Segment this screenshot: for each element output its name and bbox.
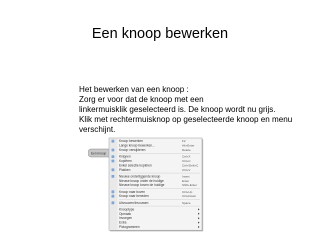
new-child-icon bbox=[111, 175, 115, 178]
menu-item[interactable]: Nieuwe knoop boven de huidige Shift+Enter bbox=[119, 183, 197, 187]
cut-icon bbox=[111, 155, 115, 158]
menu-item-shortcut: Space bbox=[182, 201, 191, 205]
menu-item-label: Knooptype bbox=[119, 207, 134, 211]
menu-item-shortcut: Shift+Enter bbox=[182, 183, 197, 187]
slide-title: Een knoop bewerken bbox=[91, 26, 229, 42]
menu-item-label: Kopiëren bbox=[119, 159, 132, 163]
body-line: Het bewerken van een knoop : bbox=[79, 85, 189, 94]
context-menu-screenshot: Een knoop Knoop bewerken F2 Lange knoop be… bbox=[88, 128, 220, 240]
copy-icon bbox=[111, 159, 115, 163]
menu-icon-gutter bbox=[109, 138, 118, 230]
menu-item-shortcut: F2 bbox=[182, 139, 186, 143]
menu-item-label: Uitvouwen/Invouwen bbox=[119, 201, 149, 205]
menu-item-shortcut: Ctrl+Shift+C bbox=[182, 163, 199, 167]
menu-item-shortcut: Ctrl+V bbox=[182, 168, 190, 172]
edit-icon bbox=[111, 139, 115, 143]
menu-item-shortcut: Ctrl+Down bbox=[182, 194, 196, 198]
menu-item-shortcut: Enter bbox=[182, 179, 189, 183]
menu-item-label: Plakken bbox=[119, 168, 131, 172]
menu-item-shortcut: Insert bbox=[182, 174, 190, 178]
body-line: Klik met rechtermuisknop op geselecteerd… bbox=[79, 114, 293, 124]
menu-item-shortcut: Delete bbox=[182, 148, 191, 152]
menu-item-label: Knippen bbox=[119, 155, 131, 159]
fold-icon bbox=[111, 201, 115, 205]
context-menu: Knoop bewerken F2 Lange knoop bewerken... A… bbox=[108, 137, 204, 232]
menu-item-shortcut: Ctrl+X bbox=[182, 155, 190, 159]
menu-item-label: Knoop bewerken bbox=[119, 139, 143, 143]
menu-item-label: Invoegen bbox=[119, 216, 132, 220]
menu-item-label: Knoop verwijderen bbox=[119, 148, 146, 152]
menu-item-label: Knoop naar beneden bbox=[119, 194, 149, 198]
delete-icon bbox=[111, 148, 115, 152]
menu-item-label: Knoop naar boven bbox=[119, 190, 145, 194]
menu-item-label: Nieuwe knoop boven de huidige bbox=[119, 183, 165, 187]
menu-item-shortcut: Ctrl+C bbox=[182, 159, 191, 163]
body-line: Zorg er voor dat de knoop met een bbox=[79, 94, 204, 104]
menu-item-label: Opmaak bbox=[119, 212, 131, 216]
menu-item-label: Enkel selectie kopiëren bbox=[119, 163, 152, 167]
body-line: linkermuisklik geselecteerd is. De knoop… bbox=[79, 104, 276, 114]
paste-icon bbox=[111, 168, 115, 172]
menu-item-label: Extra bbox=[119, 221, 127, 225]
down-icon bbox=[111, 194, 115, 198]
menu-item-label: Pictogrammen bbox=[119, 225, 140, 229]
node-label: Een knoop bbox=[91, 152, 106, 156]
up-icon bbox=[111, 190, 115, 194]
menu-item-shortcut: Alt+Enter bbox=[182, 144, 194, 148]
menu-item-label: Nieuwe onderliggende knoop bbox=[119, 174, 161, 178]
menu-item-shortcut: Ctrl+Up bbox=[182, 190, 193, 194]
context-menu-screenshot-canvas: Een knoop Knoop bewerken F2 Lange knoop be… bbox=[88, 137, 204, 232]
menu-item-label: Nieuwe knoop onder de huidige bbox=[119, 179, 164, 183]
menu-item-label: Lange knoop bewerken... bbox=[119, 144, 155, 148]
